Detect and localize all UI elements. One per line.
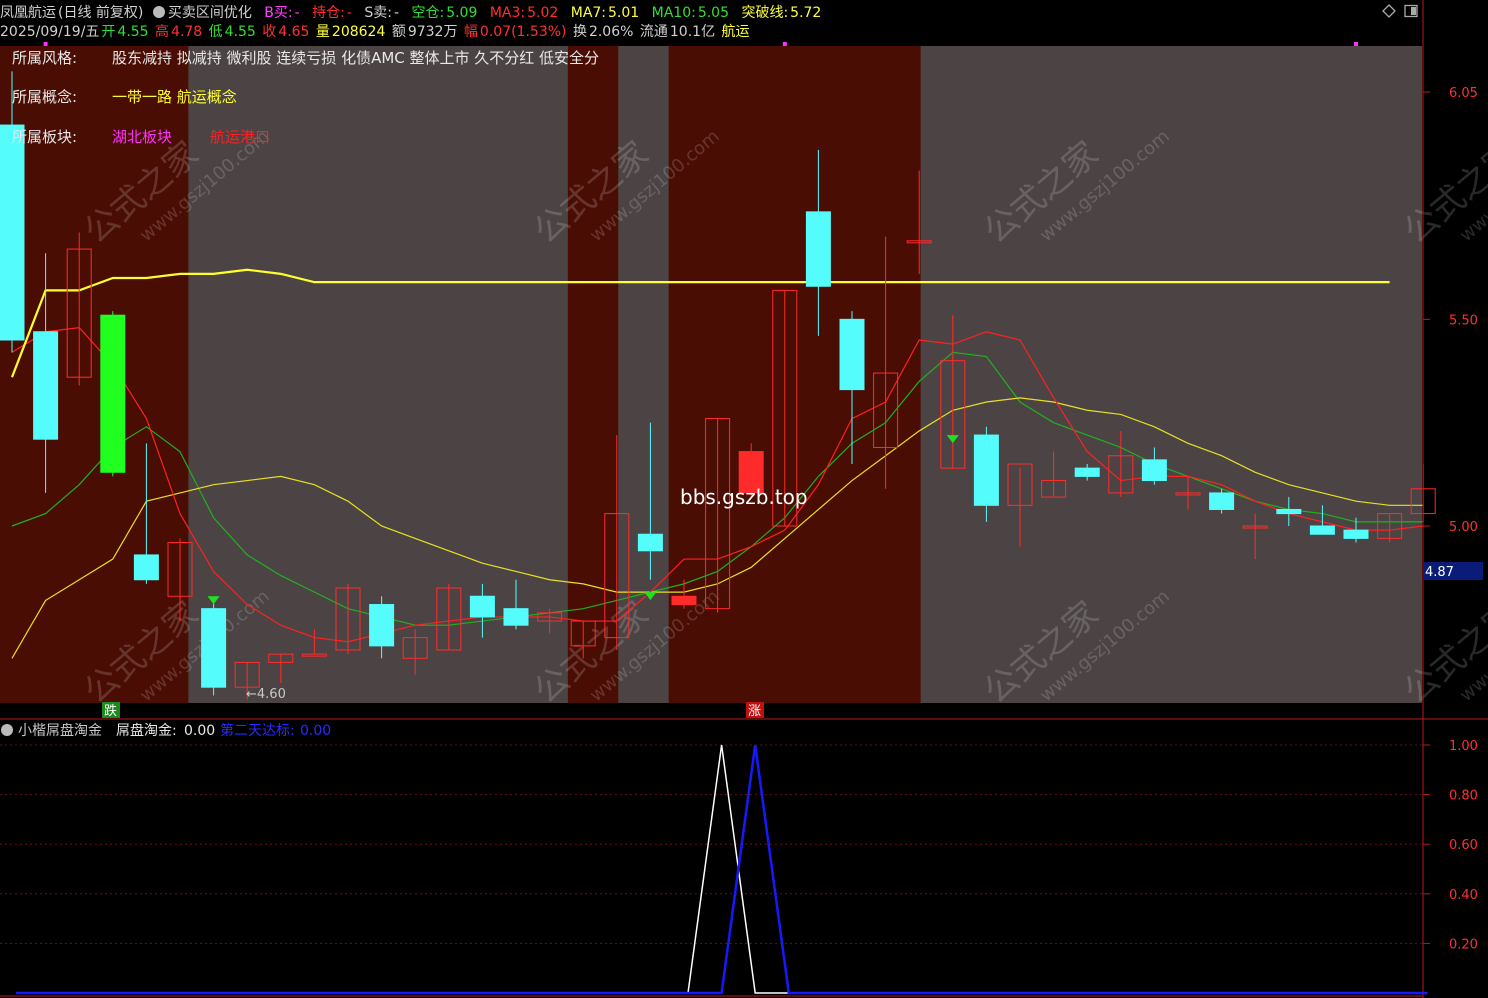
sub-tick-label-2: 0.60 [1449,838,1478,853]
sub-series-2-line [16,744,1428,995]
chart-canvas[interactable]: 公式之家www.gszj100.com 公式之家www.gszj100.com 公式… [0,0,1488,998]
block-value-2: 航运港口 [210,128,270,146]
sub-series-1-line [16,744,1428,994]
s1-label: 屌盘淘金: [116,722,177,739]
drop-badge: 跌 [104,703,117,719]
candle-body-11 [369,604,395,647]
candle-body-4 [133,554,159,581]
s2-label: 第二天达标: [220,722,295,739]
sub-tick-label-3: 0.40 [1449,888,1478,903]
candle-body-32 [1074,467,1100,477]
concept-value: 一带一路 航运概念 [112,88,237,106]
top-marker-2 [1354,42,1358,46]
low-marker: ←4.60 [246,687,286,702]
s1-value: 0.00 [184,723,215,739]
candle-body-40 [1343,529,1369,539]
price-tick-label-2: 5.00 [1449,520,1478,535]
zone-dark-1 [567,46,619,703]
candle-body-19 [637,533,663,552]
sub-indicator-name[interactable]: 小楷屌盘淘金 [18,722,102,739]
concept-label: 所属概念: [12,88,77,106]
candle-body-36 [1209,492,1235,510]
top-marker-0 [43,42,48,46]
candle-body-3 [100,314,126,473]
candle-body-34 [1141,459,1167,482]
sub-collapse-icon[interactable] [1,724,13,736]
style-label: 所属风格: [12,49,77,67]
candle-body-14 [469,595,495,618]
s2-value: 0.00 [300,723,331,739]
watermark-site: bbs.gszb.top [680,485,808,509]
candle-body-1 [33,331,59,440]
sub-tick-label-0: 1.00 [1449,739,1478,754]
candle-body-0 [0,124,25,341]
candle-body-39 [1309,525,1335,535]
price-tick-label-0: 6.05 [1449,86,1478,101]
sub-tick-label-4: 0.20 [1449,937,1478,952]
style-value: 股东减持 拟减持 微利股 连续亏损 化债AMC 整体上市 久不分红 低安全分 [112,49,599,67]
price-tag: 4.87 [1425,565,1454,580]
price-tick-label-1: 5.50 [1449,313,1478,328]
candle-body-6 [201,608,227,688]
candle-body-38 [1276,508,1302,515]
candle-body-15 [503,608,529,626]
candle-body-29 [973,434,999,506]
top-marker-1 [782,42,787,46]
block-value-1: 湖北板块 [112,128,172,146]
sub-tick-label-1: 0.80 [1449,789,1478,804]
candle-body-25 [839,318,865,391]
block-label: 所属板块: [12,128,77,146]
candle-body-20 [671,595,697,606]
candle-body-24 [805,211,831,287]
rise-badge: 涨 [748,704,761,719]
